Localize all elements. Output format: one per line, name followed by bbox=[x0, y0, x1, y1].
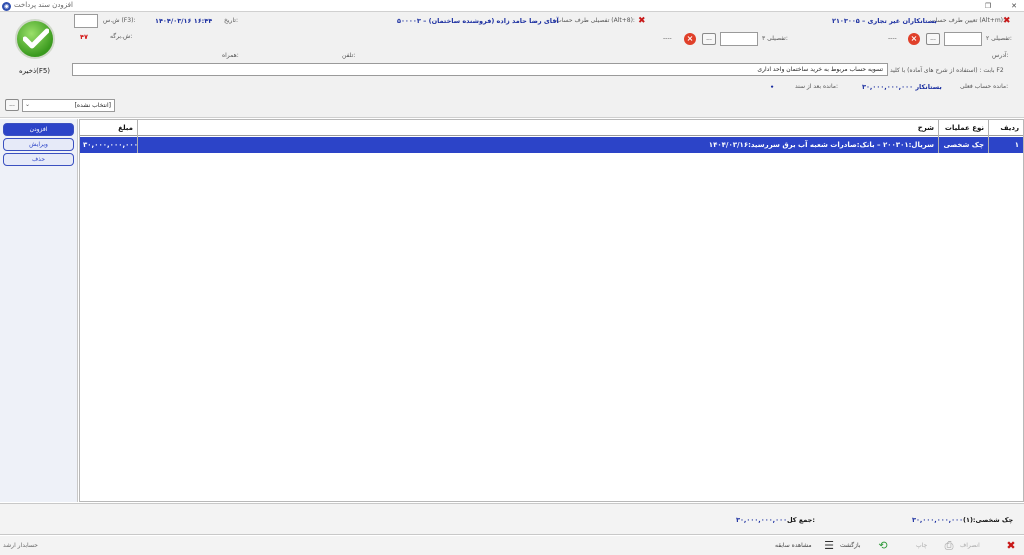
date-value: ۱۴۰۴/۰۳/۱۶ ۱۶:۴۴ bbox=[155, 17, 213, 25]
cheque-total-label: چک شخصی:(۱) bbox=[963, 516, 1014, 524]
category-select[interactable]: [انتخاب نشده] bbox=[22, 99, 115, 112]
sheet-number-label: ش.برگه: bbox=[110, 33, 133, 40]
refresh-icon[interactable]: ⟲ bbox=[876, 539, 890, 552]
window-title: افزودن سند پرداخت bbox=[14, 1, 73, 9]
account-side-label: تعیین طرف حساب (Alt+m): bbox=[930, 17, 1006, 24]
cell-desc: سریال:۲۰۰۳۰۱ – بانک:صادرات شعبه آب برق س… bbox=[708, 141, 934, 149]
app-icon: ◉ bbox=[2, 2, 11, 11]
edit-button[interactable]: ویرایش bbox=[3, 138, 74, 151]
description-label: بابت : (استفاده از شرح های آماده) با کلی… bbox=[890, 67, 1004, 74]
address-label: آدرس: bbox=[992, 52, 1009, 59]
detail2-value: ---- bbox=[888, 35, 897, 42]
totals-band: چک شخصی:(۱) ۳۰,۰۰۰,۰۰۰,۰۰۰ جمع کل: ۳۰,۰۰… bbox=[0, 503, 1024, 535]
print-icon[interactable]: ⎙ bbox=[942, 539, 956, 552]
restore-icon[interactable]: ❐ bbox=[982, 1, 994, 11]
detail-side-value: ۵۰۰۰۰۳ – آقای رضا حامد زاده (فروشنده ساخ… bbox=[397, 17, 559, 25]
grand-total-label: جمع کل: bbox=[787, 516, 815, 524]
save-label: ذخیره(F5) bbox=[19, 67, 51, 75]
column-divider bbox=[988, 120, 989, 153]
close-window-icon[interactable]: ✕ bbox=[1008, 1, 1020, 11]
print-button[interactable]: چاپ bbox=[916, 536, 927, 555]
date-label: تاریخ: bbox=[224, 17, 238, 24]
save-button[interactable] bbox=[15, 19, 55, 59]
detail2-browse-button[interactable]: ... bbox=[926, 33, 940, 45]
history-button[interactable]: مشاهده سابقه bbox=[775, 536, 812, 555]
clear-detail-icon[interactable]: ✖ bbox=[638, 17, 646, 26]
phone-label: تلفن: bbox=[342, 52, 356, 59]
table-row[interactable]: ۱ چک شخصی سریال:۲۰۰۳۰۱ – بانک:صادرات شعب… bbox=[80, 137, 1023, 153]
detail2-label: تفصیلی ۲: bbox=[986, 35, 1012, 42]
detail3-input[interactable] bbox=[720, 32, 758, 46]
final-balance-label: مانده حساب فعلی: bbox=[960, 83, 1009, 90]
detail3-label: تفصیلی ۳: bbox=[762, 35, 788, 42]
sliders-icon[interactable]: ☰ bbox=[822, 539, 836, 552]
cancel-icon[interactable]: ✖ bbox=[1004, 539, 1018, 552]
detail2-input[interactable] bbox=[944, 32, 982, 46]
detail-side-label: تفصیلی طرف حساب (Alt+8): bbox=[556, 17, 635, 24]
cancel-button[interactable]: انصراف bbox=[960, 536, 980, 555]
chevron-down-icon: ⌄ bbox=[25, 101, 31, 108]
title-bar: ◉ افزودن سند پرداخت ❐ ✕ bbox=[0, 0, 1024, 12]
col-header-row[interactable]: ردیف bbox=[988, 120, 1023, 136]
col-header-op-type[interactable]: نوع عملیات bbox=[938, 120, 988, 136]
col-header-desc[interactable]: شرح bbox=[137, 120, 938, 136]
description-input[interactable]: تسویه حساب مربوط به خرید ساختمان واحد اد… bbox=[72, 63, 888, 76]
final-balance-value: ۳۰,۰۰۰,۰۰۰,۰۰۰ بستانکار bbox=[862, 83, 942, 91]
col-header-amount[interactable]: مبلغ bbox=[80, 120, 137, 136]
detail3-value: ---- bbox=[663, 35, 672, 42]
column-divider bbox=[137, 120, 138, 153]
operations-grid: ردیف نوع عملیات شرح مبلغ ۱ چک شخصی سریال… bbox=[79, 119, 1024, 502]
doc-number-input[interactable] bbox=[74, 14, 98, 28]
after-doc-balance-label: مانده بعد از سند: bbox=[795, 83, 839, 90]
checkmark-icon bbox=[23, 28, 49, 49]
delete-button[interactable]: حذف bbox=[3, 153, 74, 166]
grid-header: ردیف نوع عملیات شرح مبلغ bbox=[80, 120, 1023, 136]
category-browse-button[interactable]: ... bbox=[5, 99, 19, 111]
cell-amount: ۳۰,۰۰۰,۰۰۰,۰۰۰ bbox=[83, 141, 137, 149]
column-divider bbox=[938, 120, 939, 153]
sheet-number-value: ۴۷ bbox=[80, 33, 88, 41]
mobile-label: همراه: bbox=[222, 52, 239, 59]
after-doc-balance-value: • bbox=[770, 83, 775, 91]
cheque-total-value: ۳۰,۰۰۰,۰۰۰,۰۰۰ bbox=[912, 516, 964, 524]
detail2-clear-icon[interactable]: × bbox=[908, 33, 920, 45]
cell-op-type: چک شخصی bbox=[943, 141, 984, 149]
action-bar: ✖ انصراف ⎙ چاپ ⟲ بازگشت ☰ مشاهده سابقه ح… bbox=[0, 536, 1024, 555]
add-button[interactable]: افزودن bbox=[3, 123, 74, 136]
detail3-clear-icon[interactable]: × bbox=[684, 33, 696, 45]
detail3-browse-button[interactable]: ... bbox=[702, 33, 716, 45]
back-button[interactable]: بازگشت bbox=[840, 536, 861, 555]
account-side-value: ۲۱۰۳۰۰۵ – بستانکاران غیر تجاری bbox=[832, 17, 937, 25]
side-panel: افزودن ویرایش حذف bbox=[0, 119, 78, 502]
cell-row: ۱ bbox=[1014, 141, 1019, 149]
doc-number-label: ش.س (F3): bbox=[103, 17, 136, 24]
form-panel: ✖ تعیین طرف حساب (Alt+m): ۲۱۰۳۰۰۵ – بستا… bbox=[0, 12, 1024, 118]
user-status: حسابدار ارشد bbox=[3, 542, 38, 549]
grand-total-value: ۳۰,۰۰۰,۰۰۰,۰۰۰ bbox=[736, 516, 788, 524]
